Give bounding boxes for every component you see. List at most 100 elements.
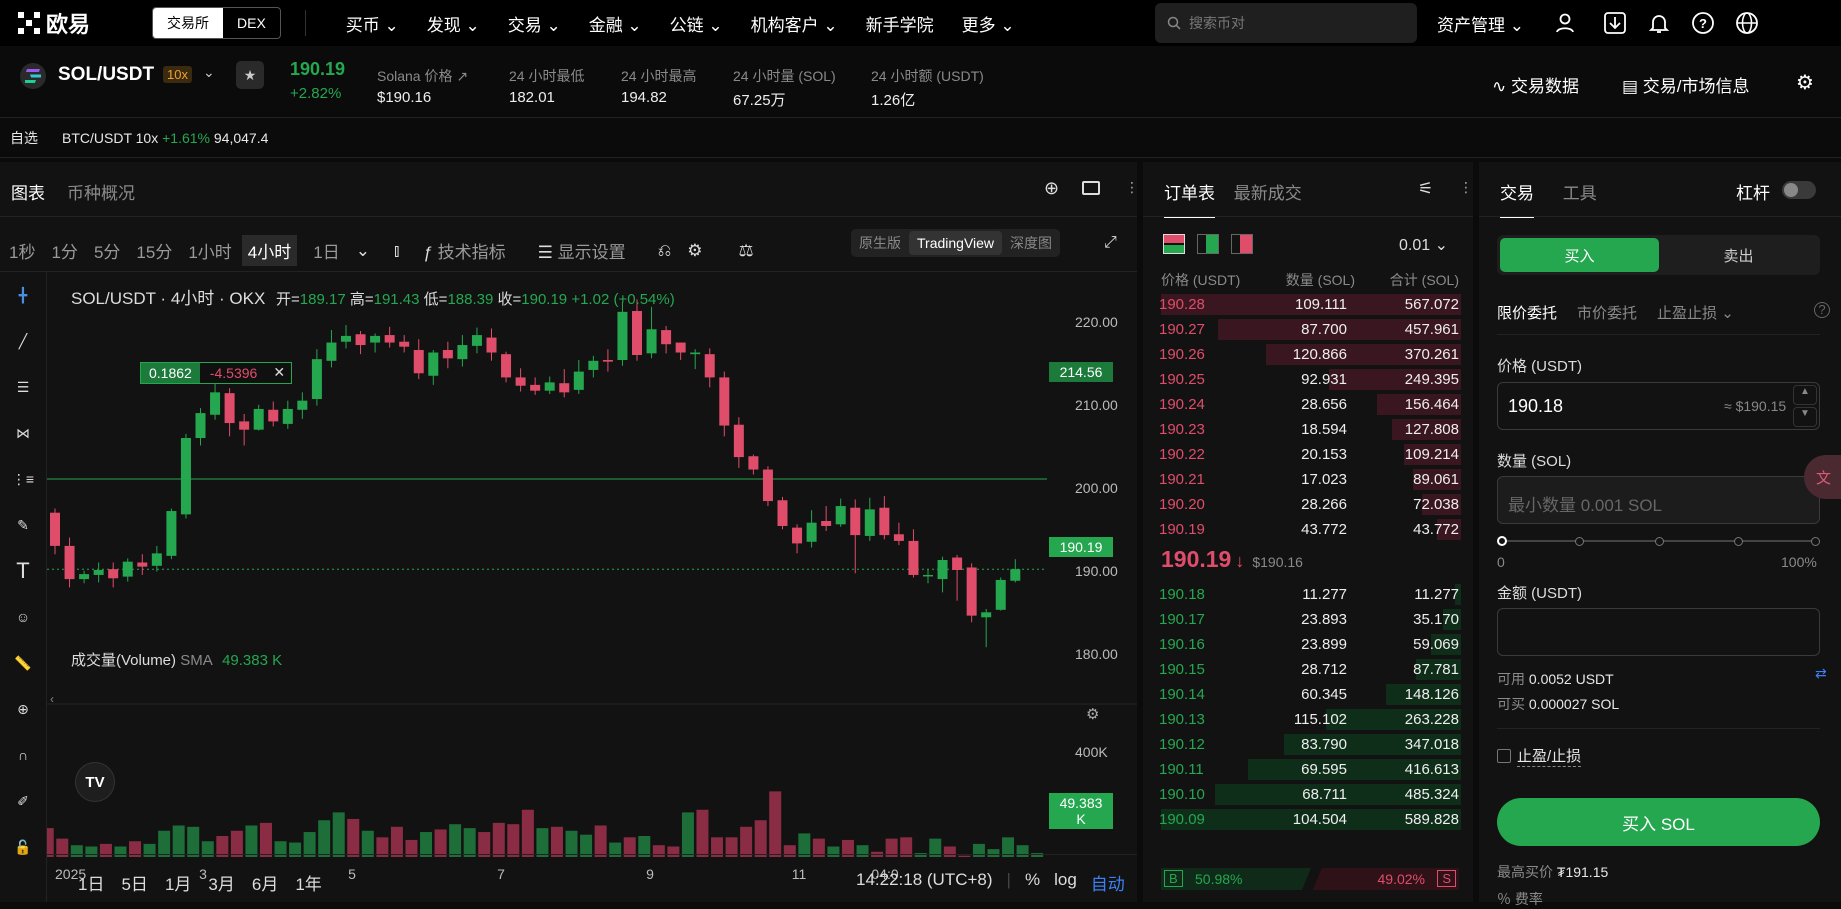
crosshair-icon[interactable]: ╋ — [0, 272, 46, 318]
fib-icon[interactable]: ⋮≡ — [0, 456, 46, 502]
amount-input[interactable] — [1497, 608, 1820, 656]
download-icon[interactable] — [1602, 10, 1628, 36]
bid-row[interactable]: 190.17 23.893 35.170 — [1153, 607, 1461, 632]
lock-pen-icon[interactable]: ✐ — [0, 778, 46, 824]
pattern-icon[interactable]: ⋈ — [0, 410, 46, 456]
menu-academy[interactable]: 新手学院 — [852, 11, 948, 36]
price-up-icon[interactable]: ▲ — [1793, 385, 1817, 405]
help-icon[interactable]: ? — [1690, 10, 1716, 36]
range-3m[interactable]: 3月 — [208, 870, 234, 895]
bid-row[interactable]: 190.15 28.712 87.781 — [1153, 657, 1461, 682]
log-toggle[interactable]: log — [1054, 870, 1077, 895]
info-icon[interactable]: ? — [1814, 302, 1830, 318]
pair-name[interactable]: SOL/USDT — [58, 64, 154, 86]
bid-row[interactable]: 190.13 115.102 263.228 — [1153, 707, 1461, 732]
compare-icon[interactable]: ⚖ — [738, 241, 753, 261]
quantity-slider[interactable] — [1497, 535, 1820, 547]
interval-dropdown-icon[interactable]: ⌄ — [356, 241, 370, 261]
tab-recent-trades[interactable]: 最新成交 — [1234, 184, 1302, 203]
ruler-icon[interactable]: 📏 — [0, 640, 46, 686]
view-depth[interactable]: 深度图 — [1002, 233, 1060, 253]
bid-row[interactable]: 190.12 83.790 347.018 — [1153, 732, 1461, 757]
more-icon[interactable]: ⋮ — [1125, 179, 1139, 196]
bid-row[interactable]: 190.11 69.595 416.613 — [1153, 757, 1461, 782]
candle-type-icon[interactable]: ⫾ — [394, 241, 399, 261]
menu-discover[interactable]: 发现 ⌄ — [413, 11, 494, 36]
asks-only-icon[interactable] — [1231, 234, 1253, 254]
favorite-star-icon[interactable]: ★ — [236, 61, 264, 89]
display-settings-button[interactable]: ☰ 显示设置 — [538, 238, 642, 263]
text-tool-icon[interactable]: T — [0, 548, 46, 594]
range-1m[interactable]: 1月 — [165, 870, 191, 895]
emoji-icon[interactable]: ☺ — [0, 594, 46, 640]
fee-label[interactable]: ％ 费率 — [1497, 889, 1543, 909]
price-down-icon[interactable]: ▼ — [1793, 407, 1817, 427]
menu-chain[interactable]: 公链 ⌄ — [656, 11, 737, 36]
tradingview-logo-icon[interactable]: TV — [75, 762, 115, 802]
measure-label[interactable]: 0.1862 -4.5396 ✕ — [140, 362, 293, 384]
range-1d[interactable]: 1日 — [78, 870, 104, 895]
auto-toggle[interactable]: 自动 — [1091, 870, 1125, 895]
quantity-input[interactable]: 最小数量 0.001 SOL — [1497, 476, 1820, 524]
interval-1d[interactable]: 1日 — [313, 238, 339, 263]
more-icon[interactable]: ⋮ — [1459, 179, 1473, 196]
segment-dex[interactable]: DEX — [223, 8, 280, 38]
bids-only-icon[interactable] — [1197, 234, 1219, 254]
ask-row[interactable]: 190.19 43.772 43.772 — [1153, 517, 1461, 542]
tab-market[interactable]: 市价委托 — [1577, 302, 1637, 323]
range-6m[interactable]: 6月 — [252, 870, 278, 895]
chart-settings-icon[interactable]: ⚙ — [687, 241, 702, 261]
asset-management-menu[interactable]: 资产管理 ⌄ — [1437, 11, 1524, 36]
ask-row[interactable]: 190.25 92.931 249.395 — [1153, 367, 1461, 392]
trendline-icon[interactable]: ╱ — [0, 318, 46, 364]
lock-icon[interactable]: 🔓 — [0, 824, 46, 870]
trade-data-button[interactable]: ∿ 交易数据 — [1492, 72, 1579, 97]
close-icon[interactable]: ✕ — [267, 363, 292, 383]
tab-tpsl[interactable]: 止盈止损 ⌄ — [1657, 302, 1734, 323]
tab-limit[interactable]: 限价委托 — [1497, 302, 1557, 323]
margin-toggle[interactable] — [1782, 181, 1816, 199]
view-native[interactable]: 原生版 — [851, 233, 909, 253]
view-tradingview[interactable]: TradingView — [909, 231, 1003, 255]
exchange-switch[interactable]: 交易所 DEX — [152, 7, 281, 39]
tab-tools[interactable]: 工具 — [1563, 184, 1597, 203]
interval-1m[interactable]: 1分 — [51, 238, 77, 263]
tab-chart[interactable]: 图表 — [11, 184, 45, 203]
ask-row[interactable]: 190.27 87.700 457.961 — [1153, 317, 1461, 342]
magnet-icon[interactable]: ∩ — [0, 732, 46, 778]
bid-row[interactable]: 190.18 11.277 11.277 — [1153, 582, 1461, 607]
interval-4h[interactable]: 4小时 — [241, 235, 298, 266]
settings-gear-icon[interactable]: ⚙ — [1796, 70, 1814, 95]
range-5d[interactable]: 5日 — [121, 870, 147, 895]
collapse-arrow-icon[interactable]: ‹ — [50, 692, 54, 706]
segment-exchange[interactable]: 交易所 — [153, 8, 223, 38]
filter-icon[interactable]: ⚟ — [1418, 179, 1433, 199]
ask-row[interactable]: 190.23 18.594 127.808 — [1153, 417, 1461, 442]
translate-float-icon[interactable]: 文 — [1804, 455, 1841, 499]
menu-more[interactable]: 更多 ⌄ — [948, 11, 1029, 36]
brush-icon[interactable]: ✎ — [0, 502, 46, 548]
search-input[interactable]: 搜索币对 — [1155, 3, 1417, 43]
range-1y[interactable]: 1年 — [295, 870, 321, 895]
tick-size-select[interactable]: 0.01 ⌄ — [1399, 235, 1448, 255]
price-input[interactable]: 190.18 ≈ $190.15 ▲ ▼ — [1497, 382, 1820, 430]
fullscreen-icon[interactable]: ⤢ — [1104, 234, 1117, 252]
indicators-button[interactable]: ƒ 技术指标 — [423, 238, 521, 263]
window-icon[interactable] — [1082, 181, 1100, 195]
tab-trade[interactable]: 交易 — [1500, 184, 1534, 218]
interval-5m[interactable]: 5分 — [94, 238, 120, 263]
add-alert-icon[interactable]: ⊕ — [1044, 178, 1059, 199]
bid-row[interactable]: 190.14 60.345 148.126 — [1153, 682, 1461, 707]
ask-row[interactable]: 190.26 120.866 370.261 — [1153, 342, 1461, 367]
ask-row[interactable]: 190.22 20.153 109.214 — [1153, 442, 1461, 467]
ask-row[interactable]: 190.24 28.656 156.464 — [1153, 392, 1461, 417]
buy-tab-button[interactable]: 买入 — [1500, 238, 1659, 272]
zoom-icon[interactable]: ⊕ — [0, 686, 46, 732]
percent-toggle[interactable]: % — [1025, 870, 1040, 895]
brand-logo[interactable]: 欧易 — [18, 7, 128, 39]
submit-buy-button[interactable]: 买入 SOL — [1497, 798, 1820, 846]
sell-tab-button[interactable]: 卖出 — [1659, 238, 1818, 272]
interval-1h[interactable]: 1小时 — [188, 238, 231, 263]
ask-row[interactable]: 190.21 17.023 89.061 — [1153, 467, 1461, 492]
interval-15m[interactable]: 15分 — [136, 238, 172, 263]
